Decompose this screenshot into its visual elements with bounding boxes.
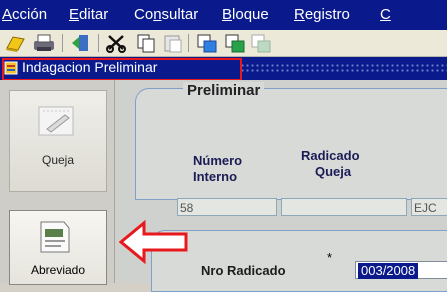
nav-item-queja[interactable]: Queja <box>9 90 107 192</box>
window-title: Indagacion Preliminar <box>22 59 158 75</box>
menu-registro[interactable]: Registro <box>294 6 350 23</box>
annotation-arrow-icon <box>118 220 188 264</box>
document-icon <box>40 221 70 253</box>
insert-record-icon[interactable] <box>250 33 272 53</box>
numero-interno-field[interactable]: 58 <box>177 198 277 216</box>
menu-editar[interactable]: Editar <box>69 6 108 23</box>
notepad-icon <box>38 106 74 136</box>
menu-consultar[interactable]: Consultar <box>134 6 198 23</box>
save-icon[interactable] <box>4 33 26 53</box>
toolbar <box>0 30 447 57</box>
window-icon <box>4 61 18 75</box>
left-nav-panel: Queja Abreviado <box>0 80 115 285</box>
nro-radicado-field[interactable]: 003/2008 <box>355 261 447 279</box>
toolbar-separator <box>188 34 189 52</box>
radicado-queja-label-line2: Queja <box>315 164 352 179</box>
new-record-icon[interactable] <box>224 33 246 53</box>
menu-bloque[interactable]: Bloque <box>222 6 269 23</box>
copy-icon[interactable] <box>135 33 157 53</box>
nro-radicado-label: Nro Radicado <box>201 263 286 278</box>
radicado-queja-label-line1: Radicado <box>301 148 360 163</box>
cut-icon[interactable] <box>105 33 129 53</box>
menu-overflow[interactable]: C <box>380 6 391 23</box>
ejc-field[interactable]: EJC <box>411 198 447 216</box>
numero-interno-label-line2: Interno <box>193 169 238 184</box>
exit-icon[interactable] <box>70 33 92 53</box>
radicado-queja-field[interactable] <box>281 198 407 216</box>
toolbar-separator <box>62 34 63 52</box>
paste-icon[interactable] <box>162 33 184 53</box>
required-mark: * <box>327 250 333 265</box>
title-bar-pattern <box>240 63 447 74</box>
nav-item-label: Abreviado <box>30 263 86 277</box>
clear-field-icon[interactable] <box>196 33 218 53</box>
preliminar-panel <box>135 88 447 200</box>
menu-accion[interactable]: Acción <box>2 6 47 23</box>
nav-item-abreviado[interactable]: Abreviado <box>9 210 107 285</box>
section-title: Preliminar <box>183 82 265 99</box>
toolbar-separator <box>98 34 99 52</box>
numero-interno-label-line1: Número <box>193 153 243 168</box>
nro-radicado-value: 003/2008 <box>358 263 419 279</box>
window-title-bar: Indagacion Preliminar <box>0 57 447 80</box>
print-icon[interactable] <box>32 33 56 53</box>
nav-item-label: Queja <box>41 153 75 167</box>
menu-bar: Acción Editar Consultar Bloque Registro … <box>0 0 447 30</box>
